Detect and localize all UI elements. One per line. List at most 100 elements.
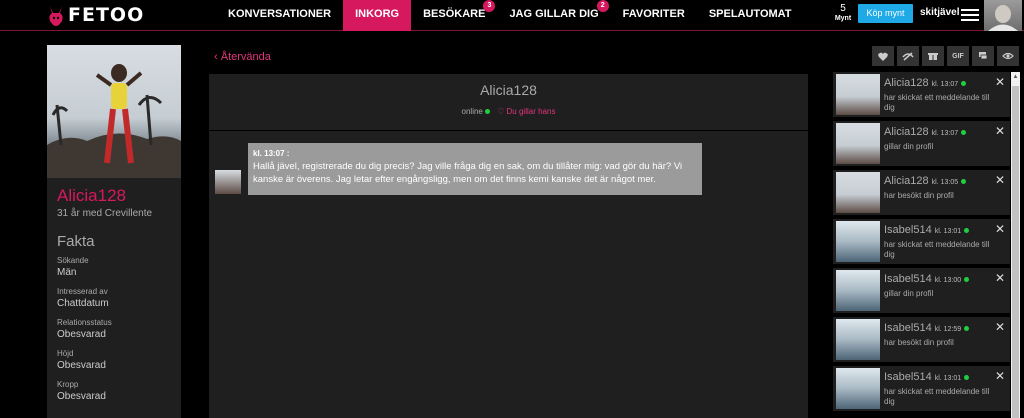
menu-icon[interactable] — [961, 9, 979, 21]
notification-time: kl. 13:00 — [934, 277, 962, 284]
notification-time: kl. 13:01 — [934, 228, 962, 235]
notification-item[interactable]: Isabel514 kl. 13:01 har skickat ett meddel… — [833, 366, 1010, 411]
notification-text: har skickat ett meddelande till dig — [884, 387, 990, 406]
hide-icon[interactable] — [897, 46, 919, 66]
eye-icon[interactable] — [997, 46, 1019, 66]
back-link[interactable]: ‹ Återvända — [214, 51, 271, 63]
notification-name: Isabel514 — [884, 273, 932, 285]
notification-name: Alicia128 — [884, 126, 929, 138]
chat-title[interactable]: Alicia128 — [209, 82, 808, 98]
nav-item-favoriter[interactable]: FAVORITER — [611, 0, 697, 31]
likes-indicator[interactable]: ♡ Du gillar hans — [497, 107, 555, 116]
nav-item-konversationer[interactable]: KONVERSATIONER — [216, 0, 343, 31]
notification-time: kl. 13:07 — [931, 81, 959, 88]
notification-photo[interactable] — [836, 319, 880, 360]
notification-item[interactable]: Isabel514 kl. 13:00 gillar din profil ✕ — [833, 268, 1010, 313]
profile-photo[interactable] — [47, 45, 181, 178]
main-nav: KONVERSATIONER INKORG BESÖKARE 3 JAG GILLAR … — [216, 0, 804, 31]
back-label: Återvända — [220, 51, 271, 63]
notification-item[interactable]: Alicia128 kl. 13:07 gillar din profil ✕ — [833, 121, 1010, 166]
nav-item-inkorg[interactable]: INKORG — [343, 0, 412, 31]
gif-icon[interactable]: GIF — [947, 46, 969, 66]
notification-time: kl. 13:01 — [934, 375, 962, 382]
notification-name: Alicia128 — [884, 77, 929, 89]
notification-name: Isabel514 — [884, 322, 932, 334]
close-icon[interactable]: ✕ — [995, 369, 1005, 383]
fact-value: Obesvarad — [57, 360, 106, 371]
close-icon[interactable]: ✕ — [995, 271, 1005, 285]
notification-name: Isabel514 — [884, 224, 932, 236]
notification-photo[interactable] — [836, 221, 880, 262]
nav-item-label: KONVERSATIONER — [228, 8, 332, 20]
notification-item[interactable]: Isabel514 kl. 13:01 har skickat ett meddel… — [833, 219, 1010, 264]
heart-outline-icon: ♡ — [497, 107, 505, 116]
profile-name: Alicia128 — [57, 186, 126, 205]
notification-photo[interactable] — [836, 368, 880, 409]
gif-label: GIF — [952, 52, 964, 60]
notification-photo[interactable] — [836, 270, 880, 311]
profile-subtitle: 31 år med Crevillente — [57, 208, 153, 219]
online-status: online — [461, 107, 483, 116]
notification-header: Isabel514 kl. 13:01 — [884, 371, 970, 383]
bunny-logo-icon — [46, 5, 66, 26]
gift-icon[interactable] — [922, 46, 944, 66]
notification-text: har besökt din profil — [884, 338, 954, 347]
fact-item: Intresserad av Chattdatum — [57, 287, 181, 309]
notification-time: kl. 13:05 — [931, 179, 959, 186]
notification-scrollbar[interactable]: ▲ — [1011, 72, 1020, 418]
nav-badge: 2 — [596, 0, 609, 12]
notification-name: Alicia128 — [884, 175, 929, 187]
close-icon[interactable]: ✕ — [995, 320, 1005, 334]
nav-item-label: INKORG — [355, 8, 400, 20]
online-dot-icon — [961, 129, 967, 135]
scroll-thumb[interactable] — [1012, 86, 1019, 418]
logo[interactable]: FETOO — [46, 3, 144, 27]
notification-photo[interactable] — [836, 172, 880, 213]
scroll-up-icon[interactable]: ▲ — [1011, 72, 1020, 82]
fact-label: Relationsstatus — [57, 318, 112, 327]
logo-text: FETOO — [68, 4, 145, 26]
online-dot-icon — [484, 109, 490, 115]
nav-item-label: FAVORITER — [622, 8, 685, 20]
nav-item-label: JAG GILLAR DIG — [509, 8, 599, 20]
facts-title: Fakta — [57, 233, 95, 250]
action-toolbar: GIF — [872, 46, 1022, 66]
nav-item-label: SPELAUTOMAT — [708, 8, 792, 20]
fact-item: Relationsstatus Obesvarad — [57, 318, 181, 340]
notification-header: Isabel514 kl. 13:00 — [884, 273, 970, 285]
message-avatar[interactable] — [215, 170, 241, 194]
notification-header: Alicia128 kl. 13:05 — [884, 175, 967, 187]
notification-item[interactable]: Isabel514 kl. 12:59 har besökt din profil ✕ — [833, 317, 1010, 362]
nav-item-jag-gillar-dig[interactable]: JAG GILLAR DIG 2 — [497, 0, 610, 31]
close-icon[interactable]: ✕ — [995, 222, 1005, 236]
buy-coins-button[interactable]: Köp mynt — [858, 4, 913, 23]
heart-icon[interactable] — [872, 46, 894, 66]
chat-header: Alicia128 online ♡ Du gillar hans — [209, 74, 808, 130]
notification-list: Alicia128 kl. 13:07 har skickat ett meddel… — [833, 72, 1010, 418]
chat-meta: online ♡ Du gillar hans — [209, 107, 808, 116]
online-dot-icon — [964, 227, 970, 233]
notification-item[interactable]: Alicia128 kl. 13:07 har skickat ett meddel… — [833, 72, 1010, 117]
notification-header: Isabel514 kl. 12:59 — [884, 322, 970, 334]
chat-icon[interactable] — [972, 46, 994, 66]
notification-item[interactable]: Alicia128 kl. 13:05 har besökt din profil ✕ — [833, 170, 1010, 215]
close-icon[interactable]: ✕ — [995, 173, 1005, 187]
nav-item-spelautomat[interactable]: SPELAUTOMAT — [697, 0, 804, 31]
notification-photo[interactable] — [836, 74, 880, 115]
chat-body: kl. 13:07 : Hallå jävel, registrerade du… — [209, 130, 808, 418]
notification-photo[interactable] — [836, 123, 880, 164]
user-avatar[interactable] — [984, 0, 1022, 31]
username[interactable]: skitjävel — [920, 7, 959, 18]
notification-text: gillar din profil — [884, 289, 934, 298]
close-icon[interactable]: ✕ — [995, 75, 1005, 89]
coin-balance: 5 Mynt — [832, 4, 854, 24]
notification-name: Isabel514 — [884, 371, 932, 383]
close-icon[interactable]: ✕ — [995, 124, 1005, 138]
message-time: kl. 13:07 : — [253, 149, 290, 158]
nav-item-besökare[interactable]: BESÖKARE 3 — [411, 0, 497, 31]
online-dot-icon — [964, 325, 970, 331]
coin-count: 5 — [840, 3, 846, 14]
fact-value: Chattdatum — [57, 298, 109, 309]
fact-label: Intresserad av — [57, 287, 108, 296]
chevron-left-icon: ‹ — [214, 51, 218, 63]
